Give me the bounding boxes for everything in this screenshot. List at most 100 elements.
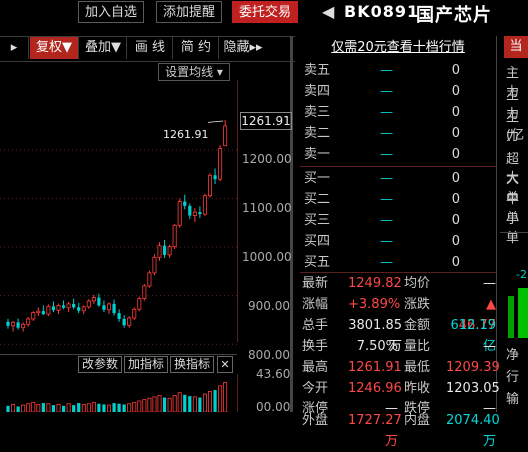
- ask-price: —: [380, 147, 393, 162]
- simple-mode-button[interactable]: 简 约: [174, 37, 219, 59]
- candle: [81, 305, 86, 315]
- quote-row: 涨幅 +3.89% 涨跌 ▲ 46.77: [300, 294, 500, 333]
- level2-promo-link[interactable]: 仅需20元查看十档行情: [300, 37, 496, 59]
- quote-row: 今开 1246.96 昨收 1203.05: [300, 378, 500, 399]
- entrust-trade-button[interactable]: 委托交易: [232, 1, 298, 23]
- quote-row: 最新 1249.82 均价 —: [300, 273, 500, 294]
- open-value: 1246.96: [348, 381, 402, 396]
- candlestick-chart[interactable]: [0, 80, 237, 350]
- volume-bar: [207, 390, 212, 412]
- avg-price-value: —: [483, 276, 496, 291]
- order-book-divider: [300, 166, 496, 167]
- close-icon[interactable]: ✕: [217, 356, 233, 373]
- quote-label: 外盘: [302, 413, 329, 428]
- quote-label: 最高: [302, 360, 329, 375]
- add-indicator-button[interactable]: 加指标: [124, 356, 168, 373]
- volume-bar: [152, 396, 157, 412]
- draw-line-button[interactable]: 画 线: [128, 37, 173, 59]
- add-to-watchlist-button[interactable]: 加入自选: [78, 1, 144, 23]
- candle: [36, 307, 41, 317]
- bid-row: 买五 — 0: [300, 252, 492, 273]
- candle: [202, 193, 207, 217]
- volume-bar: [46, 403, 51, 412]
- ask-volume: 0: [451, 84, 460, 99]
- low-value: 1209.39: [446, 360, 500, 375]
- price-axis: [237, 80, 238, 342]
- panel-divider[interactable]: [290, 36, 293, 412]
- volume-bar: [6, 405, 10, 412]
- add-alert-button[interactable]: 添加提醒: [156, 1, 222, 23]
- right-tab-cut[interactable]: 当: [504, 36, 528, 58]
- overlay-dropdown[interactable]: 叠加▼: [80, 37, 127, 59]
- switch-indicator-button[interactable]: 换指标: [170, 356, 214, 373]
- candle: [152, 254, 157, 276]
- candle: [117, 309, 121, 322]
- volume-bar: [102, 404, 106, 412]
- restore-rights-dropdown[interactable]: 复权▼: [30, 37, 79, 59]
- edit-params-button[interactable]: 改参数: [78, 356, 122, 373]
- volume-chart[interactable]: [0, 374, 237, 412]
- ask-volume: 0: [451, 147, 460, 162]
- right-panel-bottom: 净: [506, 348, 520, 363]
- candle: [188, 203, 192, 219]
- candle: [51, 301, 56, 313]
- bid-label: 买三: [304, 213, 331, 228]
- ask-row: 卖四 — 0: [300, 81, 492, 102]
- volume-bar: [91, 401, 96, 412]
- prev-security-arrow-icon[interactable]: ◀: [322, 2, 334, 21]
- volume-bar: [147, 397, 152, 412]
- volume-bar: [31, 401, 36, 412]
- bid-price: —: [380, 234, 393, 249]
- right-panel-bottom: 输: [506, 392, 520, 407]
- ask-volume: 0: [451, 126, 460, 141]
- ask-price: —: [380, 105, 393, 120]
- bid-price: —: [380, 255, 393, 270]
- candle: [183, 194, 187, 210]
- volume-bar: [213, 389, 217, 412]
- chart-toolbar-left-cut[interactable]: ▸: [0, 37, 29, 59]
- quote-row: 最高 1261.91 最低 1209.39: [300, 357, 500, 378]
- set-ma-dropdown[interactable]: 设置均线 ▾: [158, 63, 230, 81]
- ask-volume: 0: [451, 63, 460, 78]
- hide-button[interactable]: 隐藏▸▸: [220, 37, 266, 59]
- inner-volume-value: 2074.40万: [446, 413, 500, 449]
- volume-bar: [117, 403, 121, 412]
- volume-bar: [36, 404, 41, 412]
- volume-bar: [137, 400, 142, 412]
- current-price-label: 1261.91: [240, 112, 292, 130]
- price-tick: 1200.00: [242, 152, 292, 166]
- volume-bar: [132, 401, 137, 412]
- ask-row: 卖三 — 0: [300, 102, 492, 123]
- right-panel-bottom: 行: [506, 370, 520, 385]
- candle: [167, 244, 172, 258]
- candle: [56, 303, 61, 315]
- volume-bar: [72, 405, 76, 412]
- bid-row: 买四 — 0: [300, 231, 492, 252]
- ask-price: —: [380, 126, 393, 141]
- candle: [112, 299, 116, 316]
- quote-label: 最新: [302, 276, 329, 291]
- volume-bar: [202, 393, 207, 412]
- candle: [147, 270, 152, 288]
- security-name: 国产芯片: [416, 5, 492, 26]
- bid-volume: 0: [451, 234, 460, 249]
- volume-bar: [162, 397, 167, 412]
- volume-ratio-value: —: [483, 339, 496, 354]
- volume-bar: [127, 403, 132, 412]
- volume-bar: [77, 403, 81, 412]
- quote-label: 昨收: [404, 381, 431, 396]
- volume-bar: [41, 403, 45, 412]
- candle: [207, 173, 212, 198]
- candle: [218, 145, 223, 182]
- mini-flow-bar: [518, 288, 528, 338]
- candle: [6, 318, 10, 329]
- bid-volume: 0: [451, 213, 460, 228]
- volume-bar: [56, 404, 61, 412]
- candle: [137, 296, 142, 312]
- volume-bar: [26, 403, 31, 412]
- high-value: 1261.91: [348, 360, 402, 375]
- candle: [31, 311, 36, 321]
- candle: [26, 317, 31, 327]
- volume-bar: [188, 396, 192, 412]
- turnover-value: 7.50%: [356, 339, 398, 354]
